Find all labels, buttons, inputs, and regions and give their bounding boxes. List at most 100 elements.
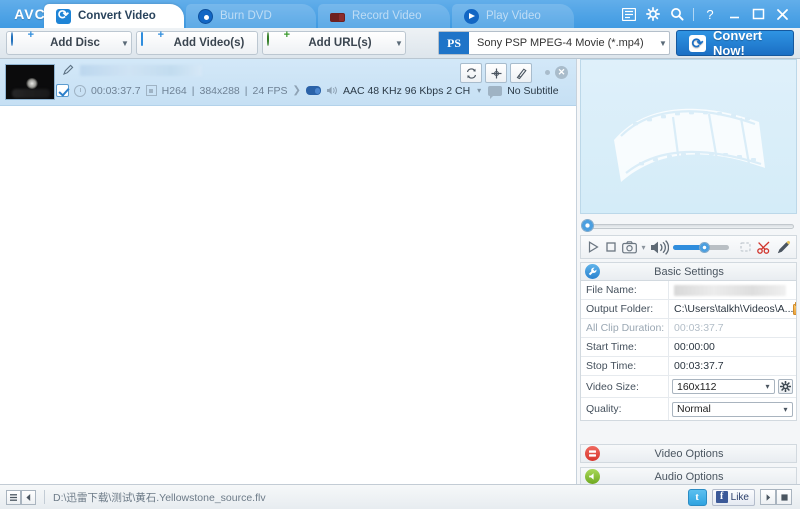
file-metadata-row: 00:03:37.7 H264 | 384x288 | 24 FPS ❯ AAC… [56, 84, 559, 97]
volume-slider[interactable] [673, 245, 729, 250]
chevron-down-icon[interactable]: ▼ [657, 39, 669, 48]
player-controls: ▾ [580, 235, 797, 259]
seek-bar-handle[interactable] [581, 219, 594, 232]
help-icon[interactable]: ? [698, 1, 722, 27]
setting-value[interactable]: C:\Users\talkh\Videos\A... [669, 300, 796, 319]
audio-info-label: AAC 48 KHz 96 Kbps 2 CH [343, 85, 470, 97]
chevron-down-icon[interactable]: ▼ [393, 39, 405, 48]
disc-icon [198, 9, 213, 24]
playstation-icon: PS [439, 32, 469, 54]
fullscreen-button[interactable] [739, 239, 753, 256]
minimize-icon[interactable] [722, 1, 746, 27]
layout-full-button[interactable] [776, 489, 792, 505]
basic-settings-title: Basic Settings [600, 266, 796, 278]
list-view-button[interactable] [6, 490, 21, 505]
seek-bar-container[interactable] [581, 217, 796, 233]
maximize-icon[interactable] [746, 1, 770, 27]
tab-label: Play Video [486, 10, 541, 22]
effect-button[interactable] [510, 63, 532, 83]
video-options-header[interactable]: Video Options [580, 444, 797, 463]
list-icon[interactable] [617, 1, 641, 27]
play-button[interactable] [586, 239, 600, 256]
chevron-down-icon[interactable]: ▼ [119, 39, 131, 48]
video-plus-icon: + [141, 33, 161, 53]
tab-play-video[interactable]: Play Video [452, 4, 574, 28]
setting-row-video-size: Video Size: 160x112 ▾ [581, 376, 796, 398]
volume-slider-handle[interactable] [699, 242, 710, 253]
setting-label: Output Folder: [581, 300, 669, 319]
title-bar: AVC Convert Video Burn DVD Record Video … [0, 0, 800, 28]
chevron-down-icon[interactable]: ▾ [761, 382, 774, 391]
divider [44, 490, 45, 504]
setting-row-stop-time: Stop Time: 00:03:37.7 [581, 357, 796, 376]
file-name-redacted [80, 65, 202, 76]
chevron-down-icon[interactable]: ▾ [475, 86, 483, 95]
tab-label: Convert Video [78, 10, 156, 22]
video-thumbnail[interactable] [5, 64, 55, 100]
convert-now-button[interactable]: ⟳ Convert Now! [676, 30, 794, 56]
close-icon[interactable] [770, 1, 794, 27]
setting-row-all-clip-duration: All Clip Duration: 00:03:37.7 [581, 319, 796, 338]
add-url-button[interactable]: + Add URL(s) ▼ [262, 31, 406, 55]
table-row[interactable]: 00:03:37.7 H264 | 384x288 | 24 FPS ❯ AAC… [0, 59, 576, 106]
chevron-down-icon[interactable]: ▾ [779, 405, 792, 414]
collapse-panel-button[interactable] [21, 490, 36, 505]
snapshot-button[interactable] [622, 239, 637, 256]
status-right-group: t f Like [688, 489, 792, 506]
snapshot-menu-caret-icon[interactable]: ▾ [641, 239, 646, 256]
setting-label: All Clip Duration: [581, 319, 669, 338]
gear-icon[interactable] [641, 1, 665, 27]
fps-label: 24 FPS [253, 85, 288, 97]
globe-plus-icon: + [267, 33, 287, 53]
twitter-icon[interactable]: t [688, 489, 707, 506]
video-preview[interactable] [580, 59, 797, 214]
resolution-label: 384x288 [199, 85, 239, 97]
pencil-button[interactable] [776, 239, 791, 256]
volume-icon[interactable] [650, 239, 669, 256]
quality-value: Normal [677, 403, 779, 415]
setting-value[interactable]: 00:03:37.7 [669, 357, 796, 376]
output-folder-path: C:\Users\talkh\Videos\A... [674, 303, 793, 315]
setting-value: 160x112 ▾ [669, 376, 796, 398]
setting-value[interactable] [669, 281, 796, 300]
video-size-settings-button[interactable] [778, 379, 793, 394]
add-video-button[interactable]: + Add Video(s) [136, 31, 258, 55]
setting-value[interactable]: 00:00:00 [669, 338, 796, 357]
video-options-icon [585, 446, 600, 461]
status-bar: D:\迅雷下载\测试\黄石.Yellowstone_source.flv t f… [0, 484, 800, 509]
facebook-like-button[interactable]: f Like [712, 489, 755, 506]
tab-label: Burn DVD [220, 10, 272, 22]
stop-button[interactable] [604, 239, 618, 256]
seek-bar-track[interactable] [589, 224, 794, 229]
remove-row-button[interactable]: ✕ [555, 66, 568, 79]
facebook-icon: f [716, 491, 728, 503]
convert-refresh-icon: ⟳ [689, 35, 706, 52]
folder-icon[interactable] [793, 304, 796, 315]
rename-pencil-icon[interactable] [62, 64, 74, 76]
crop-button[interactable] [485, 63, 507, 83]
tab-burn-dvd[interactable]: Burn DVD [186, 4, 316, 28]
audio-stream-icon [306, 86, 321, 95]
subtitle-icon [488, 86, 502, 96]
chevron-right-icon[interactable]: ❯ [293, 85, 301, 96]
basic-settings-header[interactable]: Basic Settings [580, 262, 797, 281]
wrench-icon [585, 264, 600, 279]
tab-record-video[interactable]: Record Video [318, 4, 450, 28]
video-options-label: Video Options [600, 448, 796, 460]
output-profile-selector[interactable]: PS Sony PSP MPEG-4 Movie (*.mp4) ▼ [438, 31, 670, 55]
audio-options-icon [585, 469, 600, 484]
subtitle-label: No Subtitle [507, 85, 558, 97]
tab-convert-video[interactable]: Convert Video [44, 4, 184, 28]
filmstrip-watermark [581, 60, 797, 214]
status-file-path: D:\迅雷下载\测试\黄石.Yellowstone_source.flv [53, 490, 266, 505]
profile-value: Sony PSP MPEG-4 Movie (*.mp4) [469, 37, 657, 49]
add-disc-button[interactable]: + Add Disc ▼ [6, 31, 132, 55]
scissors-button[interactable] [757, 239, 772, 256]
rotate-button[interactable] [460, 63, 482, 83]
row-checkbox[interactable] [56, 84, 69, 97]
file-list-pane[interactable]: 00:03:37.7 H264 | 384x288 | 24 FPS ❯ AAC… [0, 59, 577, 485]
video-size-select[interactable]: 160x112 ▾ [672, 379, 775, 394]
search-icon[interactable] [665, 1, 689, 27]
layout-compact-button[interactable] [760, 489, 776, 505]
quality-select[interactable]: Normal ▾ [672, 402, 793, 417]
